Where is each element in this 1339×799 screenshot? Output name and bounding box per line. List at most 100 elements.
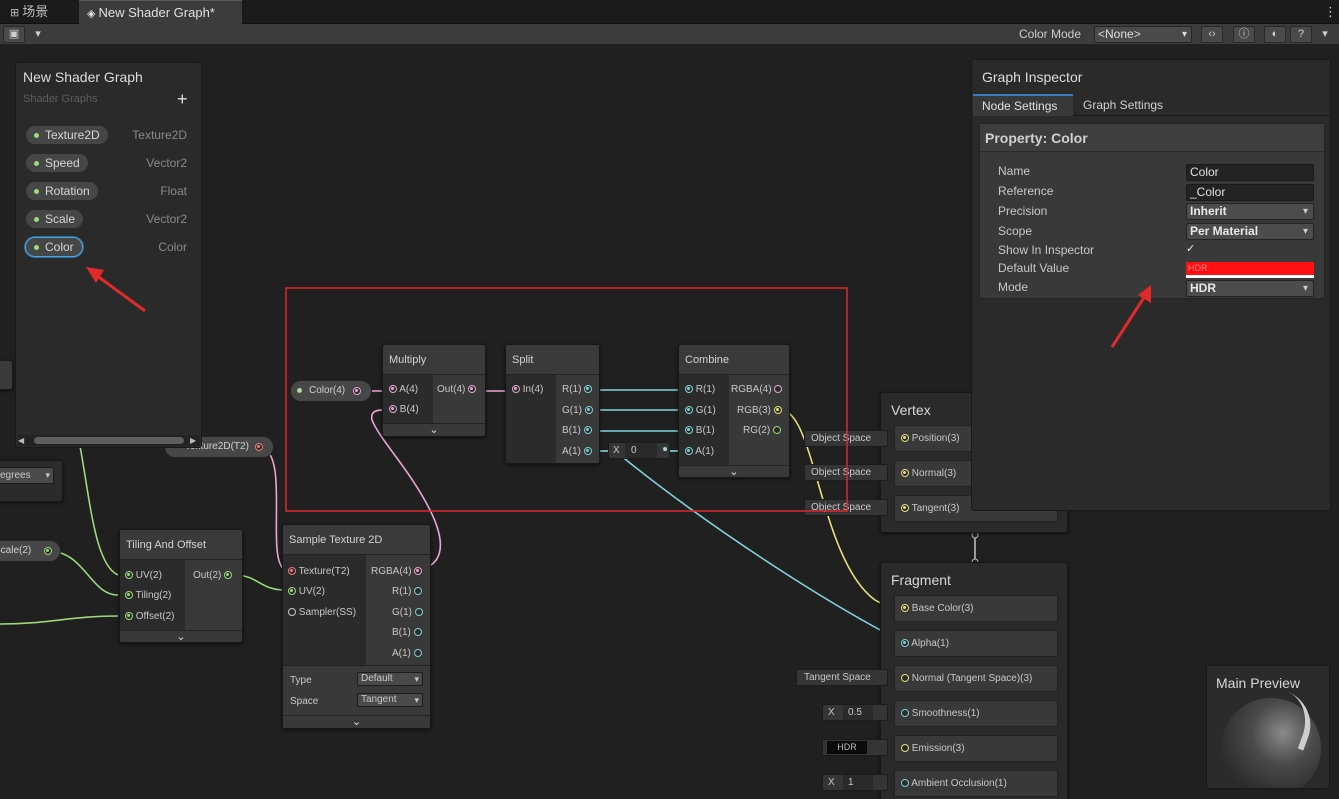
combine-port-r[interactable]: R(1) bbox=[685, 383, 715, 397]
ao-field[interactable]: X1 bbox=[822, 774, 888, 791]
tiling-port-uv[interactable]: UV(2) bbox=[125, 569, 162, 583]
sample-port-uv[interactable]: UV(2) bbox=[288, 585, 325, 599]
scope-dropdown[interactable]: Per Material bbox=[1186, 223, 1314, 240]
name-input[interactable]: Color bbox=[1186, 164, 1314, 181]
tab-graph-settings[interactable]: Graph Settings bbox=[1073, 94, 1173, 116]
space-dropdown[interactable]: Tangent ▾ bbox=[357, 693, 423, 707]
sample-port-a[interactable]: A(1) bbox=[392, 647, 422, 661]
port-dot-icon bbox=[685, 447, 693, 456]
scroll-right-icon[interactable]: ▶ bbox=[190, 436, 196, 445]
fragment-block-emission[interactable]: Emission(3) bbox=[894, 735, 1058, 762]
combine-a-input-field[interactable]: X0 bbox=[608, 442, 670, 459]
position-space-field[interactable]: Object Space bbox=[804, 430, 888, 447]
mode-dropdown[interactable]: HDR bbox=[1186, 280, 1314, 297]
property-row-scale[interactable]: Scale Vector2 bbox=[16, 207, 201, 231]
tiling-port-out[interactable]: Out(2) bbox=[193, 569, 233, 583]
sample-port-sampler[interactable]: Sampler(SS) bbox=[288, 606, 356, 620]
multiply-port-b[interactable]: B(4) bbox=[389, 403, 419, 417]
emission-hdr-swatch[interactable]: HDR bbox=[827, 741, 867, 754]
port-dot-icon bbox=[414, 608, 423, 617]
port-dot-icon bbox=[512, 385, 520, 394]
multiply-port-a[interactable]: A(4) bbox=[389, 383, 418, 397]
emission-field[interactable]: HDR bbox=[822, 739, 888, 756]
property-chip-rotation[interactable]: Rotation bbox=[25, 181, 99, 201]
split-node[interactable]: Split In(4) R(1) G(1) B(1) A(1) bbox=[505, 344, 600, 464]
section-header[interactable]: Property: Color bbox=[980, 124, 1324, 152]
add-property-button[interactable]: + bbox=[177, 89, 188, 110]
fragment-context[interactable]: Fragment Base Color(3) Alpha(1) Normal (… bbox=[880, 562, 1068, 799]
scroll-left-icon[interactable]: ◀ bbox=[18, 436, 24, 445]
expand-chevron-icon[interactable]: ⌄ bbox=[679, 465, 789, 477]
port-dot-icon bbox=[414, 567, 423, 576]
degrees-dropdown[interactable]: egrees ▾ bbox=[0, 467, 54, 484]
scale-property-node[interactable]: Scale(2) bbox=[0, 540, 61, 562]
multiply-node[interactable]: Multiply A(4) B(4) Out(4) ⌄ bbox=[382, 344, 486, 437]
fragment-block-base-color[interactable]: Base Color(3) bbox=[894, 595, 1058, 622]
scrollbar-thumb[interactable] bbox=[34, 437, 184, 444]
expand-chevron-icon[interactable]: ⌄ bbox=[120, 630, 242, 642]
property-row-speed[interactable]: Speed Vector2 bbox=[16, 151, 201, 175]
sample-port-r[interactable]: R(1) bbox=[392, 585, 423, 599]
normal-space-dropdown[interactable]: Tangent Space bbox=[796, 669, 888, 686]
expand-chevron-icon[interactable]: ⌄ bbox=[283, 715, 430, 728]
property-row-color[interactable]: Color Color bbox=[16, 235, 201, 259]
sample-port-g[interactable]: G(1) bbox=[392, 606, 423, 620]
scale-out-port[interactable] bbox=[44, 547, 52, 555]
scale-node-label: Scale(2) bbox=[0, 545, 32, 556]
type-dropdown[interactable]: Default ▾ bbox=[357, 672, 423, 686]
smoothness-value[interactable]: 0.5 bbox=[843, 705, 873, 720]
color-property-node[interactable]: Color(4) bbox=[290, 380, 372, 402]
sample-port-rgba[interactable]: RGBA(4) bbox=[371, 565, 423, 579]
blackboard-scrollbar[interactable]: ◀ ▶ bbox=[18, 435, 200, 446]
ao-value[interactable]: 1 bbox=[843, 775, 873, 790]
combine-port-g[interactable]: G(1) bbox=[685, 404, 716, 418]
combine-port-rgb[interactable]: RGB(3) bbox=[737, 404, 782, 418]
port-label: G(1) bbox=[392, 607, 412, 618]
name-label: Name bbox=[998, 164, 1031, 178]
tiling-offset-node[interactable]: Tiling And Offset UV(2) Tiling(2) Offset… bbox=[119, 529, 243, 643]
show-in-inspector-checkbox[interactable]: ✓ bbox=[1186, 243, 1198, 255]
property-chip-speed[interactable]: Speed bbox=[25, 153, 89, 173]
tab-node-settings[interactable]: Node Settings bbox=[973, 94, 1073, 116]
property-row-rotation[interactable]: Rotation Float bbox=[16, 179, 201, 203]
tangent-space-field[interactable]: Object Space bbox=[804, 499, 888, 516]
multiply-port-out[interactable]: Out(4) bbox=[437, 383, 477, 397]
split-port-in[interactable]: In(4) bbox=[512, 383, 543, 397]
split-port-a[interactable]: A(1) bbox=[562, 445, 592, 459]
property-chip-scale[interactable]: Scale bbox=[25, 209, 85, 229]
rotate-node-partial[interactable]: egrees ▾ bbox=[0, 460, 63, 502]
partial-node-header[interactable] bbox=[0, 360, 13, 390]
split-port-r[interactable]: R(1) bbox=[562, 383, 593, 397]
precision-dropdown[interactable]: Inherit bbox=[1186, 203, 1314, 220]
combine-port-rg[interactable]: RG(2) bbox=[743, 424, 782, 438]
fragment-block-normal[interactable]: Normal (Tangent Space)(3) bbox=[894, 665, 1058, 692]
expand-chevron-icon[interactable]: ⌄ bbox=[383, 423, 485, 436]
combine-node[interactable]: Combine R(1) G(1) B(1) A(1) RGBA(4) RGB(… bbox=[678, 344, 790, 478]
fragment-block-smoothness[interactable]: Smoothness(1) bbox=[894, 700, 1058, 727]
default-value-color-swatch[interactable]: HDR bbox=[1186, 262, 1314, 278]
tiling-port-offset[interactable]: Offset(2) bbox=[125, 610, 175, 624]
sample-texture-node[interactable]: Sample Texture 2D Texture(T2) UV(2) Samp… bbox=[282, 524, 431, 729]
combine-port-a[interactable]: A(1) bbox=[685, 445, 714, 459]
reference-input[interactable]: _Color bbox=[1186, 184, 1314, 201]
property-chip-texture2d[interactable]: Texture2D bbox=[25, 125, 109, 145]
combine-outputs: RGBA(4) RGB(3) RG(2) bbox=[729, 375, 789, 465]
color-out-port[interactable] bbox=[353, 387, 361, 395]
texture-out-port[interactable] bbox=[255, 443, 263, 451]
combine-port-rgba[interactable]: RGBA(4) bbox=[731, 383, 783, 397]
property-row-texture2d[interactable]: Texture2D Texture2D bbox=[16, 123, 201, 147]
combine-port-b[interactable]: B(1) bbox=[685, 424, 715, 438]
split-port-b[interactable]: B(1) bbox=[562, 424, 592, 438]
main-preview-panel[interactable]: Main Preview bbox=[1206, 665, 1330, 789]
combine-a-value[interactable]: 0 bbox=[625, 443, 657, 458]
fragment-block-ao[interactable]: Ambient Occlusion(1) bbox=[894, 770, 1058, 797]
tiling-port-tiling[interactable]: Tiling(2) bbox=[125, 589, 171, 603]
port-smoothness: Smoothness(1) bbox=[901, 707, 980, 721]
split-port-g[interactable]: G(1) bbox=[562, 404, 593, 418]
fragment-block-alpha[interactable]: Alpha(1) bbox=[894, 630, 1058, 657]
property-chip-color[interactable]: Color bbox=[25, 237, 83, 257]
sample-port-texture[interactable]: Texture(T2) bbox=[288, 565, 350, 579]
sample-port-b[interactable]: B(1) bbox=[392, 626, 422, 640]
normal-space-field[interactable]: Object Space bbox=[804, 464, 888, 481]
smoothness-field[interactable]: X 0.5 bbox=[822, 704, 888, 721]
